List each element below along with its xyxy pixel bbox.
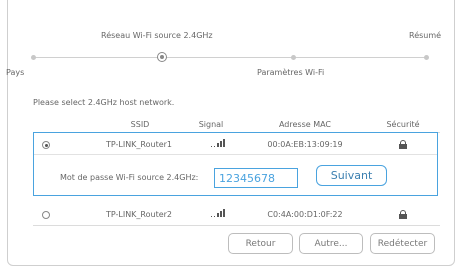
step-dot-current [157,52,167,62]
table-row[interactable]: TP-LINK_Router2 C0:4A:00:D1:0F:22 [33,204,440,226]
network-ssid: TP-LINK_Router1 [105,140,173,149]
next-button[interactable]: Suivant [316,165,387,186]
stepper-track [34,57,428,58]
network-ssid: TP-LINK_Router2 [105,210,173,219]
password-label: Mot de passe Wi-Fi source 2.4GHz: [60,173,199,182]
step-label-source-network: Réseau Wi-Fi source 2.4GHz [101,31,213,40]
lock-icon [399,140,407,149]
signal-bars-icon [211,209,225,217]
step-label-wifi-settings: Paramètres Wi-Fi [257,68,325,77]
network-mac: 00:0A:EB:13:09:19 [267,140,343,149]
password-input[interactable] [214,168,298,188]
table-bottom-divider [33,225,440,226]
table-row[interactable]: TP-LINK_Router1 00:0A:EB:13:09:19 [33,133,440,155]
instruction-text: Please select 2.4GHz host network. [33,98,175,107]
step-label-summary: Résumé [409,31,442,40]
network-mac: C0:4A:00:D1:0F:22 [267,210,343,219]
column-header-mac: Adresse MAC [278,120,332,129]
table-header: SSID Signal Adresse MAC Sécurité [33,118,440,133]
back-button[interactable]: Retour [228,233,293,254]
step-dot-wifi-settings [291,55,296,60]
lock-icon [399,210,407,219]
column-header-security: Sécurité [386,120,420,129]
column-header-signal: Signal [198,120,224,129]
radio-unselected-icon[interactable] [42,211,50,219]
rescan-button[interactable]: Redétecter [370,233,435,254]
radio-selected-icon[interactable] [42,141,50,149]
column-header-ssid: SSID [130,120,150,129]
step-dot-summary [424,55,429,60]
step-dot-country [31,55,36,60]
signal-bars-icon [211,139,225,147]
other-button[interactable]: Autre... [299,233,363,254]
step-label-country: Pays [6,68,25,77]
